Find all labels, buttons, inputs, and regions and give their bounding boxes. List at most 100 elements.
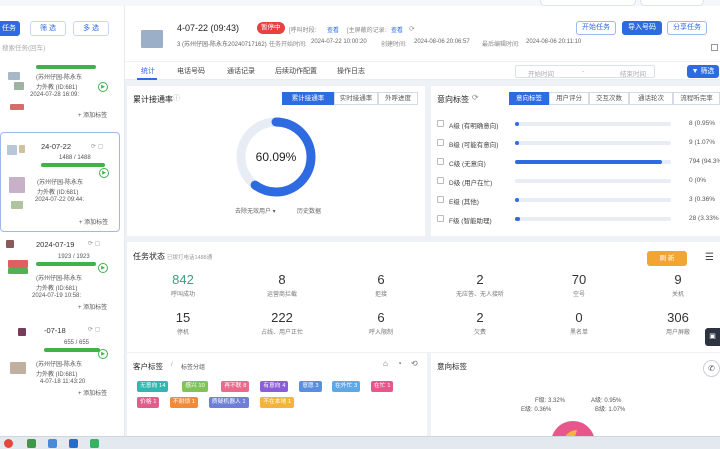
customer-tag-chip[interactable]: 有意向 4 (260, 381, 289, 392)
phone-float-button[interactable]: ✆ (703, 360, 720, 377)
tab-followup-config[interactable]: 后续动作配置 (275, 66, 317, 76)
play-icon[interactable]: ▶ (99, 168, 109, 178)
view-link[interactable]: 查看 (391, 25, 403, 34)
intent-tab-score[interactable]: 用户评分 (549, 92, 589, 105)
start-task-button[interactable]: 开始任务 (576, 21, 616, 35)
refresh-icon[interactable]: ⟳ ▢ (88, 240, 100, 247)
info-icon: ⓘ (173, 95, 180, 102)
avatar (14, 82, 24, 90)
end-date-input[interactable]: 结束时间 (620, 68, 646, 78)
task-desc: (苏州仔园-陈永东 (37, 180, 83, 186)
refresh-button[interactable]: 刷 新 (647, 251, 687, 266)
rate-tab-cumulative[interactable]: 累计接通率 (282, 92, 334, 105)
intent-checkbox[interactable] (437, 177, 444, 184)
tab-call-records[interactable]: 通话记录 (227, 66, 255, 76)
refresh-icon[interactable]: ⟳ ▢ (88, 326, 100, 333)
intent-tab-interactions[interactable]: 交互次数 (589, 92, 629, 105)
add-tag-link[interactable]: + 添加标签 (79, 217, 108, 226)
pie-label: E级: 0.36% (521, 407, 552, 413)
play-icon[interactable]: ▶ (98, 349, 108, 359)
intent-tab-rounds[interactable]: 通话轮次 (629, 92, 673, 105)
intent-checkbox[interactable] (437, 196, 444, 203)
app-icon[interactable] (90, 439, 99, 448)
task-id: 力外教 (ID:681) (36, 372, 78, 378)
date-range-picker[interactable]: 开始时间 - 结束时间 (515, 65, 655, 78)
stat-number: 6 (377, 310, 385, 325)
browser-icon[interactable] (4, 439, 13, 448)
task-date: 2024-07-19 10:58: (32, 293, 82, 299)
task-card[interactable]: -07-18 ⟳ ▢ 655 / 655 ▶ (苏州仔园-陈永东 力外教 (ID… (0, 324, 120, 404)
stat-label: 拒接 (374, 292, 387, 298)
panel-title: 客户标签 (133, 362, 163, 371)
tab-phone-numbers[interactable]: 电话号码 (177, 66, 205, 76)
task-card-selected[interactable]: 24-07-22 ⟳ ▢ 1488 / 1488 ▶ (苏州仔园-陈永东 力外教… (0, 132, 120, 232)
refresh-icon[interactable]: ⟳ (409, 25, 415, 33)
task-date: 4-07-18 11:43:20 (40, 379, 86, 385)
menu-icon[interactable]: ☰ (705, 252, 714, 263)
app-icon[interactable] (48, 439, 57, 448)
rate-tab-realtime[interactable]: 实时接通率 (334, 92, 378, 105)
intent-checkbox[interactable] (437, 120, 444, 127)
active-tab-indicator (137, 78, 157, 80)
app-icon[interactable] (69, 439, 78, 448)
filter-button[interactable]: 筛 选 (30, 21, 66, 36)
customer-tag-chip[interactable]: 在外忙 3 (332, 381, 361, 392)
intent-value: 28 (3.33% (689, 215, 719, 222)
stat-number: 306 (667, 310, 689, 325)
tab-operation-log[interactable]: 操作日志 (337, 66, 365, 76)
add-tag-link[interactable]: + 添加标签 (78, 388, 107, 397)
stat-label: 无应答、无人接听 (455, 292, 504, 298)
add-tag-link[interactable]: + 添加标签 (78, 302, 107, 311)
view-link[interactable]: 查看 (327, 25, 339, 34)
tag-icon[interactable]: ⌂ (383, 359, 388, 368)
app-icon[interactable] (27, 439, 36, 448)
intent-tab-completion[interactable]: 流程听完率 (673, 92, 720, 105)
customer-tag-chip[interactable]: 意愿 3 (299, 381, 322, 392)
intent-checkbox[interactable] (437, 139, 444, 146)
customer-tag-chip[interactable]: 在忙 1 (371, 381, 394, 392)
multi-select-button[interactable]: 多 选 (73, 21, 109, 36)
intent-bar-fill (515, 160, 663, 164)
customer-tag-chip[interactable]: 感兴 10 (182, 381, 208, 392)
intent-bar-fill (515, 217, 521, 221)
task-button[interactable]: 任务 (0, 21, 20, 36)
rate-tab-progress[interactable]: 外呼进度 (378, 92, 418, 105)
create-label: 创建时间: (381, 42, 407, 48)
filter-button[interactable]: ▼ 筛选 (687, 65, 719, 78)
add-tag-link[interactable]: + 添加标签 (78, 110, 107, 119)
intent-value: 8 (0.95% (689, 120, 715, 127)
tab-stats[interactable]: 统计 (141, 66, 155, 76)
task-card[interactable]: (苏州仔园-陈永东 力外教 (ID:681) 2024-07-28 16:09:… (0, 62, 120, 134)
customer-tag-chip[interactable]: 无意向 14 (137, 381, 169, 392)
import-numbers-button[interactable]: 导入号码 (622, 21, 662, 35)
play-icon[interactable]: ▶ (98, 263, 108, 273)
pie-label: B级: 1.07% (595, 407, 626, 413)
legend-label: 去除无效用户 (235, 209, 272, 215)
pie-chart-icon[interactable]: ◔ (397, 359, 402, 368)
customer-tag-chip[interactable]: 再不联 8 (221, 381, 250, 392)
intent-tab-label[interactable]: 意向标签 (509, 92, 549, 105)
intent-value: 794 (94.3% (689, 158, 720, 165)
intent-checkbox[interactable] (437, 158, 444, 165)
customer-tag-chip[interactable]: 价格 1 (137, 397, 160, 408)
refresh-icon[interactable]: ⟳ ▢ (91, 143, 103, 150)
avatar (18, 328, 26, 336)
intent-label: F级 (智能助理) (449, 218, 492, 225)
share-task-button[interactable]: 分享任务 (667, 21, 707, 35)
intent-checkbox[interactable] (437, 215, 444, 222)
legend-history[interactable]: 历史数据 (297, 206, 321, 215)
customer-tag-chip[interactable]: 不在本地 1 (260, 397, 295, 408)
customer-tag-chip[interactable]: 不耐烦 1 (169, 397, 199, 408)
panel-title: 意向标签 (437, 95, 469, 104)
chat-float-button[interactable]: ▣ (705, 328, 720, 346)
legend-invalid[interactable]: 去除无效用户 ▾ (235, 206, 276, 215)
search-input[interactable]: 搜索任务(回车) (2, 42, 108, 54)
checkbox[interactable] (711, 44, 718, 51)
customer-tag-chip[interactable]: 质疑机器人 1 (208, 397, 249, 408)
start-date-input[interactable]: 开始时间 (528, 68, 554, 78)
play-icon[interactable]: ▶ (98, 82, 108, 92)
refresh-icon[interactable]: ⟳ (472, 93, 479, 102)
task-card[interactable]: 2024-07-19 ⟳ ▢ 1923 / 1923 ▶ (苏州仔园-陈永东 力… (0, 238, 120, 311)
history-icon[interactable]: ⟲ (411, 359, 418, 368)
stat-number: 0 (575, 310, 583, 325)
